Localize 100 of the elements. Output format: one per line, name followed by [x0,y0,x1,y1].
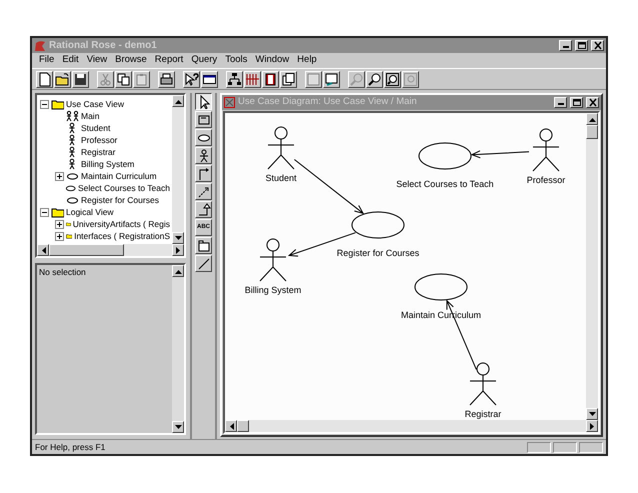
new-file-button[interactable] [36,70,53,88]
expand-toggle[interactable] [40,208,49,216]
scroll-up-button[interactable] [172,265,184,277]
anchor-tool[interactable] [195,165,212,182]
package-tool[interactable] [195,237,212,254]
tree-item[interactable]: Main [79,110,102,122]
stacked-pages-button[interactable] [280,70,297,88]
printer-button[interactable] [158,70,175,88]
scroll-thumb[interactable] [237,420,249,432]
tree-item[interactable]: Select Courses to Teach [76,182,172,194]
use-case-name: Register for Courses [336,248,420,258]
open-folder-button[interactable] [54,70,71,88]
scroll-right-button[interactable] [586,420,598,432]
menu-item[interactable]: File [35,53,58,68]
status-panel [579,442,603,452]
expand-toggle[interactable] [40,100,49,108]
menu-item[interactable]: Report [150,53,188,68]
zoom-out-button[interactable] [366,70,383,88]
scroll-thumb[interactable] [586,125,598,139]
folder-icon [51,206,64,218]
new-file-icon [37,72,52,86]
menu-item[interactable]: Window [251,53,294,68]
bars-button[interactable] [244,70,261,88]
paste-button[interactable] [133,70,150,88]
scroll-down-button[interactable] [172,421,184,433]
down-arrow-icon [174,236,182,240]
copy-button[interactable] [115,70,132,88]
hierarchy-button[interactable] [226,70,243,88]
menu-item[interactable]: View [82,53,112,68]
note-arrow-button[interactable] [323,70,340,88]
layout-button[interactable] [305,70,322,88]
close-button[interactable] [591,40,604,51]
scroll-up-button[interactable] [172,95,184,107]
tree-item[interactable]: Student [79,122,112,134]
tree-item[interactable]: Logical View [64,206,116,218]
scroll-down-button[interactable] [586,408,598,420]
scroll-right-button[interactable] [172,244,184,256]
tree-item[interactable]: Maintain Curriculum [79,170,159,182]
use-case-name: Select Courses to Teach [396,179,494,189]
paste-icon [134,72,149,86]
tree-item[interactable]: Billing System [79,158,136,170]
menu-item[interactable]: Edit [58,53,83,68]
printer-icon [159,72,174,86]
generalization-tool[interactable] [195,201,212,218]
menu-item[interactable]: Tools [221,53,252,68]
plus-icon [56,172,63,180]
minimize-button[interactable] [559,40,572,51]
tree-item[interactable]: UniversityArtifacts ( Regis [70,218,172,230]
expand-toggle[interactable] [55,172,64,180]
up-arrow-icon [588,116,596,122]
package-icon [196,238,210,252]
help-pointer-button[interactable] [183,70,200,88]
tree-item[interactable]: Register for Courses [79,194,161,206]
actor-figure [470,362,496,406]
actor-name: Billing System [244,285,302,295]
close-button[interactable] [586,97,599,108]
menu-item[interactable]: Browse [111,53,151,68]
select-tool[interactable] [195,93,212,110]
actor-tool[interactable] [195,147,212,164]
association-tool[interactable] [195,255,212,272]
tree-item[interactable]: Registrar [79,146,118,158]
dependency-icon [196,184,210,198]
down-arrow-icon [174,424,182,430]
maximize-button[interactable] [575,40,588,51]
menu-item[interactable]: Help [293,53,321,68]
fit-window-button[interactable] [384,70,401,88]
zoom-in-button[interactable] [348,70,365,88]
maximize-icon [572,98,582,107]
menu-item[interactable]: Query [187,53,222,68]
cut-icon [98,72,113,86]
use-case-tool[interactable] [195,129,212,146]
expand-toggle[interactable] [55,220,64,228]
scroll-thumb[interactable] [49,244,124,256]
save-button[interactable] [72,70,89,88]
close-icon [592,41,602,50]
tree-item[interactable]: Professor [79,134,120,146]
scroll-left-button[interactable] [225,420,237,432]
expand-toggle[interactable] [55,232,64,240]
down-arrow-icon [588,412,596,416]
note-tool[interactable] [195,111,212,128]
close-icon [588,98,598,107]
actor-figure [532,128,560,172]
tree-item[interactable]: Interfaces ( RegistrationS [72,230,172,242]
scroll-down-button[interactable] [172,232,184,244]
maximize-button[interactable] [570,97,583,108]
browser-window-button[interactable] [201,70,218,88]
minimize-button[interactable] [554,97,567,108]
scroll-up-button[interactable] [586,113,598,125]
tree-item[interactable]: Use Case View [64,98,126,110]
scroll-left-button[interactable] [37,244,49,256]
diagram-icon [66,110,79,122]
undo-fit-icon [403,72,418,86]
minimize-icon [562,46,568,48]
zoom-in-icon [349,72,364,86]
book-button[interactable] [262,70,279,88]
cut-button[interactable] [97,70,114,88]
undo-fit-button[interactable] [402,70,419,88]
plus-icon [56,220,63,228]
dependency-tool[interactable] [195,183,212,200]
up-arrow-icon [174,268,182,274]
